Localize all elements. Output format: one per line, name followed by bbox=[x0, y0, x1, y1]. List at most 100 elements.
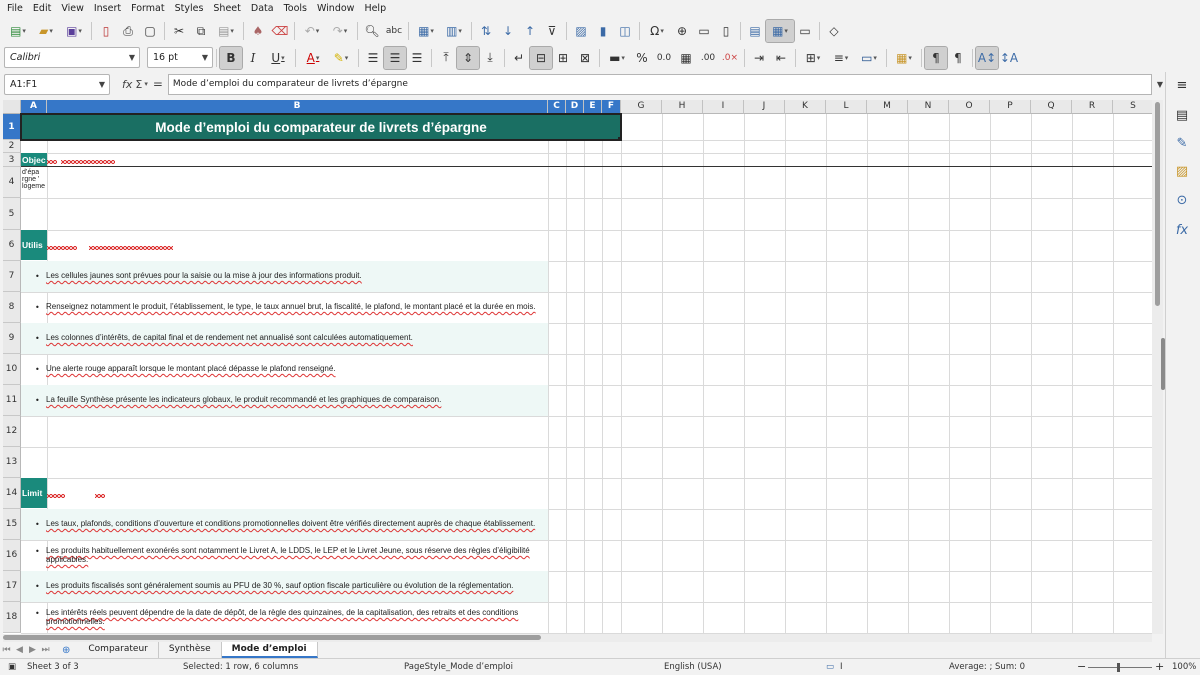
row-header-7[interactable]: 7 bbox=[3, 261, 21, 292]
left-to-right-icon[interactable]: ¶ bbox=[924, 45, 948, 70]
row-header-16[interactable]: 16 bbox=[3, 540, 21, 571]
text-horizontal-icon[interactable]: A↕ bbox=[975, 45, 999, 70]
row-header-9[interactable]: 9 bbox=[3, 323, 21, 354]
clone-formatting-icon[interactable]: ♠ bbox=[247, 20, 269, 42]
delete-decimal-icon[interactable]: .0× bbox=[719, 47, 741, 69]
title-cell[interactable]: Mode d’emploi du comparateur de livrets … bbox=[20, 113, 622, 141]
date-format-icon[interactable]: ▦ bbox=[675, 47, 697, 69]
sort-ascending-icon[interactable]: ↓ bbox=[497, 20, 519, 42]
expand-formula-icon[interactable]: ▼ bbox=[1157, 80, 1163, 89]
zoom-slider-track[interactable] bbox=[1088, 667, 1152, 668]
save-icon[interactable]: ▣ bbox=[60, 20, 88, 42]
align-center-icon[interactable]: ☰ bbox=[383, 45, 407, 70]
next-sheet-icon[interactable]: ▶ bbox=[26, 645, 39, 655]
sidebar-resize-handle[interactable] bbox=[1161, 338, 1165, 390]
row-header-14[interactable]: 14 bbox=[3, 478, 21, 509]
decrease-indent-icon[interactable]: ⇤ bbox=[770, 47, 792, 69]
name-box[interactable]: A1:F1 ▼ bbox=[4, 73, 110, 95]
row-header-3[interactable]: 3 bbox=[3, 153, 21, 167]
selection-mode-icon[interactable]: ▭ bbox=[826, 662, 834, 672]
last-sheet-icon[interactable]: ⏭ bbox=[39, 645, 52, 655]
print-icon[interactable]: ⎙ bbox=[117, 20, 139, 42]
functions-icon[interactable]: fx bbox=[1173, 221, 1191, 239]
menu-help[interactable]: Help bbox=[359, 0, 391, 17]
styles-icon[interactable]: ✎ bbox=[1173, 134, 1191, 152]
highlight-color-icon[interactable]: ✎ bbox=[327, 47, 355, 69]
formula-input[interactable]: Mode d’emploi du comparateur de livrets … bbox=[167, 73, 1152, 95]
chevron-down-icon[interactable]: ▼ bbox=[129, 53, 135, 62]
row-header-2[interactable]: 2 bbox=[3, 140, 21, 153]
bullet-text[interactable]: Les taux, plafonds, conditions d’ouvertu… bbox=[46, 519, 546, 528]
special-character-icon[interactable]: Ω bbox=[643, 20, 671, 42]
row-header-8[interactable]: 8 bbox=[3, 292, 21, 323]
border-style-icon[interactable]: ≡ bbox=[827, 47, 855, 69]
column-header-s[interactable]: S bbox=[1113, 100, 1152, 114]
row-icon[interactable]: ▦ bbox=[412, 20, 440, 42]
clear-formatting-icon[interactable]: ⌫ bbox=[269, 20, 291, 42]
row-header-1[interactable]: 1 bbox=[3, 114, 21, 140]
tab-synthese[interactable]: Synthèse bbox=[159, 642, 222, 658]
bullet-text[interactable]: Les produits fiscalisés sont généralemen… bbox=[46, 581, 546, 590]
percent-format-icon[interactable]: % bbox=[631, 47, 653, 69]
menu-edit[interactable]: Edit bbox=[28, 0, 56, 17]
bullet-text[interactable]: La feuille Synthèse présente les indicat… bbox=[46, 395, 546, 404]
column-header-q[interactable]: Q bbox=[1031, 100, 1072, 114]
column-header-e[interactable]: E bbox=[584, 100, 602, 114]
conditional-format-icon[interactable]: ▦ bbox=[890, 47, 918, 69]
previous-sheet-icon[interactable]: ◀ bbox=[13, 645, 26, 655]
horizontal-scrollbar[interactable] bbox=[3, 634, 1152, 642]
column-header-g[interactable]: G bbox=[621, 100, 662, 114]
underline-icon[interactable]: U bbox=[264, 47, 292, 69]
section-header-utilisation[interactable]: Utilis bbox=[21, 230, 47, 260]
borders-icon[interactable]: ⊞ bbox=[799, 47, 827, 69]
first-sheet-icon[interactable]: ⏮ bbox=[0, 645, 13, 655]
border-color-icon[interactable]: ▭ bbox=[855, 47, 883, 69]
menu-data[interactable]: Data bbox=[246, 0, 279, 17]
function-wizard-icon[interactable]: fx bbox=[122, 78, 132, 91]
align-bottom-icon[interactable]: ⤓ bbox=[479, 47, 501, 69]
wrap-text-icon[interactable]: ↵ bbox=[508, 47, 530, 69]
zoom-out-icon[interactable]: − bbox=[1077, 660, 1086, 673]
spelling-icon[interactable]: abc bbox=[383, 20, 405, 42]
column-header-i[interactable]: I bbox=[703, 100, 744, 114]
insert-mode-icon[interactable]: I bbox=[840, 662, 843, 672]
column-header-b[interactable]: B bbox=[47, 100, 548, 114]
objectif-text-cell[interactable]: d’épa rgne ' logeme bbox=[21, 168, 47, 197]
column-header-p[interactable]: P bbox=[990, 100, 1031, 114]
unmerge-cells-icon[interactable]: ⊠ bbox=[574, 47, 596, 69]
export-pdf-icon[interactable]: ▯ bbox=[95, 20, 117, 42]
menu-view[interactable]: View bbox=[56, 0, 89, 17]
insert-chart-icon[interactable]: ▮ bbox=[592, 20, 614, 42]
bullet-text[interactable]: Les colonnes d’intérêts, de capital fina… bbox=[46, 333, 546, 342]
column-header-l[interactable]: L bbox=[826, 100, 867, 114]
sort-descending-icon[interactable]: ↑ bbox=[519, 20, 541, 42]
menu-insert[interactable]: Insert bbox=[89, 0, 126, 17]
row-header-18[interactable]: 18 bbox=[3, 602, 21, 633]
hyperlink-icon[interactable]: ⊕ bbox=[671, 20, 693, 42]
chevron-down-icon[interactable]: ▼ bbox=[202, 53, 208, 62]
column-header-h[interactable]: H bbox=[662, 100, 703, 114]
split-window-icon[interactable]: ▭ bbox=[794, 20, 816, 42]
row-header-11[interactable]: 11 bbox=[3, 385, 21, 416]
row-header-6[interactable]: 6 bbox=[3, 230, 21, 261]
merge-cells-icon[interactable]: ⊞ bbox=[552, 47, 574, 69]
row-header-15[interactable]: 15 bbox=[3, 509, 21, 540]
pivot-table-icon[interactable]: ◫ bbox=[614, 20, 636, 42]
row-header-13[interactable]: 13 bbox=[3, 447, 21, 478]
open-folder-icon[interactable]: ▰ bbox=[32, 20, 60, 42]
right-to-left-icon[interactable]: ¶ bbox=[947, 47, 969, 69]
menu-file[interactable]: File bbox=[2, 0, 28, 17]
font-color-icon[interactable]: A bbox=[299, 47, 327, 69]
column-header-a[interactable]: A bbox=[21, 100, 47, 114]
insert-image-icon[interactable]: ▨ bbox=[570, 20, 592, 42]
column-header-j[interactable]: J bbox=[744, 100, 785, 114]
row-header-10[interactable]: 10 bbox=[3, 354, 21, 385]
print-preview-icon[interactable]: ▢ bbox=[139, 20, 161, 42]
cut-icon[interactable]: ✂ bbox=[168, 20, 190, 42]
column-header-o[interactable]: O bbox=[949, 100, 990, 114]
hamburger-menu-icon[interactable]: ≡ bbox=[1173, 76, 1191, 94]
column-header-k[interactable]: K bbox=[785, 100, 826, 114]
comment-icon[interactable]: ▭ bbox=[693, 20, 715, 42]
row-header-4[interactable]: 4 bbox=[3, 167, 21, 198]
row-header-5[interactable]: 5 bbox=[3, 198, 21, 230]
